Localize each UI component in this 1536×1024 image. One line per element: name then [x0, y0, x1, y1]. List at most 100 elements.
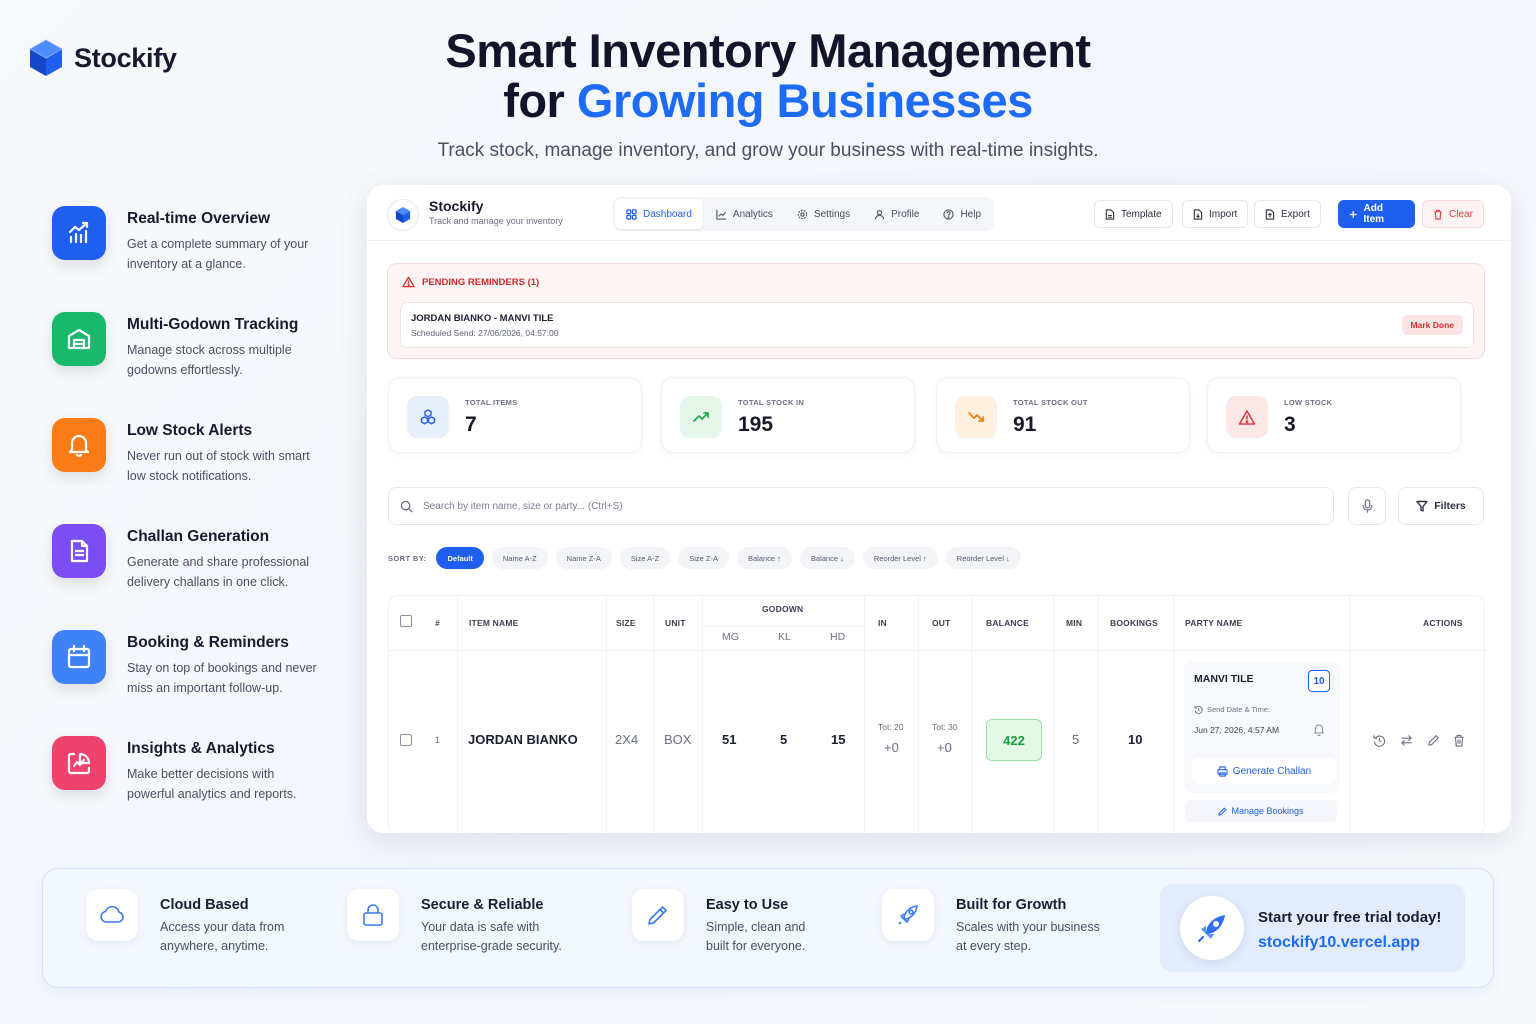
calendar-icon — [52, 630, 106, 684]
col-header-unit[interactable]: UNIT — [665, 618, 686, 628]
plus-icon — [1349, 210, 1357, 218]
mark-done-button[interactable]: Mark Done — [1401, 315, 1463, 335]
filters-button[interactable]: Filters — [1398, 487, 1484, 525]
app-logo[interactable] — [387, 199, 419, 231]
sort-chip-name-desc[interactable]: Name Z-A — [555, 547, 612, 569]
generate-challan-button[interactable]: Generate Challan — [1192, 758, 1336, 784]
reminders-heading-label: PENDING REMINDERS (1) — [422, 276, 540, 288]
reminder-date: Scheduled Send: 27/06/2026, 04:57:00 — [411, 328, 559, 338]
feature-title: Low Stock Alerts — [127, 422, 253, 439]
col-header-min[interactable]: MIN — [1066, 618, 1082, 628]
tab-label: Help — [960, 208, 982, 220]
select-all-checkbox[interactable] — [400, 615, 412, 627]
history-icon — [1194, 705, 1203, 714]
feature-desc: Generate and share professional delivery… — [127, 555, 310, 589]
sort-chip-default[interactable]: Default — [436, 547, 484, 569]
microphone-icon — [1362, 499, 1372, 513]
stat-value: 195 — [738, 413, 774, 436]
history-icon[interactable] — [1373, 734, 1386, 747]
reminder-card[interactable]: JORDAN BIANKO - MANVI TILE Scheduled Sen… — [400, 302, 1474, 348]
bell-icon — [52, 418, 106, 472]
godown-divider — [702, 626, 864, 627]
header-divider — [389, 650, 1486, 651]
trending-down-icon — [955, 396, 997, 438]
benefit-desc-line: at every step. — [956, 939, 1032, 953]
app-subtitle: Track and manage your inventory — [429, 216, 563, 226]
sort-chip-reorder-asc[interactable]: Reorder Level ↑ — [862, 547, 938, 569]
sort-chip-size-desc[interactable]: Size Z-A — [678, 547, 729, 569]
sort-chip-balance-asc[interactable]: Balance ↑ — [736, 547, 792, 569]
document-icon — [52, 524, 106, 578]
col-divider — [1098, 596, 1099, 833]
warehouse-icon — [52, 312, 106, 366]
template-button[interactable]: Template — [1094, 200, 1173, 228]
benefit-item: Secure & Reliable Your data is safe with… — [347, 889, 562, 956]
sort-chip-size-asc[interactable]: Size A-Z — [619, 547, 671, 569]
send-date-value: Jun 27, 2026, 4:57 AM — [1194, 725, 1280, 735]
col-header-party[interactable]: PARTY NAME — [1185, 618, 1242, 628]
benefit-desc-line: Access your data from — [160, 920, 285, 934]
cube-logo-icon — [395, 207, 411, 223]
col-header-godown: GODOWN — [762, 604, 804, 614]
feature-desc: Get a complete summary of your inventory… — [127, 237, 309, 271]
tab-label: Dashboard — [643, 208, 692, 220]
benefit-desc: Access your data from anywhere, anytime. — [160, 918, 284, 956]
edit-icon[interactable] — [1427, 734, 1440, 747]
import-button[interactable]: Import — [1182, 200, 1249, 228]
tab-settings[interactable]: Settings — [786, 199, 861, 229]
col-divider — [1349, 596, 1350, 833]
voice-search-button[interactable] — [1348, 487, 1386, 525]
app-window: Stockify Track and manage your inventory… — [367, 185, 1511, 833]
add-item-button[interactable]: Add Item — [1338, 200, 1415, 228]
col-header-kl[interactable]: KL — [778, 631, 791, 643]
col-header-bookings[interactable]: BOOKINGS — [1110, 618, 1158, 628]
col-header-balance[interactable]: BALANCE — [986, 618, 1029, 628]
row-bookings: 10 — [1128, 732, 1143, 747]
row-checkbox[interactable] — [400, 734, 412, 746]
col-header-size[interactable]: SIZE — [616, 618, 636, 628]
party-booking-count: 10 — [1308, 670, 1330, 692]
transfer-icon[interactable] — [1400, 734, 1413, 747]
benefit-desc-line: Scales with your business — [956, 920, 1100, 934]
tab-analytics[interactable]: Analytics — [705, 199, 784, 229]
benefit-desc-line: Your data is safe with — [421, 920, 540, 934]
sort-chip-reorder-desc[interactable]: Reorder Level ↓ — [945, 547, 1021, 569]
col-divider — [1173, 596, 1174, 833]
feature-desc: Make better decisions with powerful anal… — [127, 767, 297, 801]
col-header-hd[interactable]: HD — [830, 631, 845, 643]
bell-icon[interactable] — [1313, 723, 1325, 736]
manage-bookings-label: Manage Bookings — [1231, 806, 1304, 816]
tab-dashboard[interactable]: Dashboard — [615, 199, 703, 229]
row-godown-hd: 15 — [831, 732, 846, 747]
col-divider — [971, 596, 972, 833]
col-header-item-name[interactable]: ITEM NAME — [469, 618, 519, 628]
send-date-label-text: Send Date & Time: — [1207, 705, 1270, 714]
help-icon — [943, 208, 955, 220]
tab-help[interactable]: Help — [932, 199, 992, 229]
warning-icon — [1226, 396, 1268, 438]
boxes-icon — [407, 396, 449, 438]
sort-chip-name-asc[interactable]: Name A-Z — [491, 547, 548, 569]
benefit-desc-line: built for everyone. — [706, 939, 806, 953]
clear-button[interactable]: Clear — [1422, 200, 1484, 228]
trash-icon[interactable] — [1453, 734, 1465, 747]
tab-profile[interactable]: Profile — [863, 199, 930, 229]
export-button[interactable]: Export — [1254, 200, 1321, 228]
export-label: Export — [1281, 208, 1310, 220]
search-bar — [388, 487, 1334, 525]
manage-bookings-button[interactable]: Manage Bookings — [1185, 800, 1337, 822]
sort-chip-balance-desc[interactable]: Balance ↓ — [799, 547, 855, 569]
free-trial-cta[interactable]: Start your free trial today! stockify10.… — [1160, 884, 1465, 972]
cta-link[interactable]: stockify10.vercel.app — [1258, 934, 1420, 952]
search-input[interactable] — [423, 496, 1303, 516]
trash-icon — [1434, 209, 1442, 220]
gear-icon — [797, 209, 808, 219]
col-header-out[interactable]: OUT — [932, 618, 951, 628]
hero: Smart Inventory Management for Growing B… — [0, 26, 1536, 162]
import-icon — [1193, 208, 1203, 220]
col-header-in[interactable]: IN — [878, 618, 887, 628]
clear-label: Clear — [1449, 208, 1473, 220]
row-num: 1 — [435, 735, 441, 745]
col-header-mg[interactable]: MG — [722, 631, 739, 643]
trending-up-icon — [680, 396, 722, 438]
